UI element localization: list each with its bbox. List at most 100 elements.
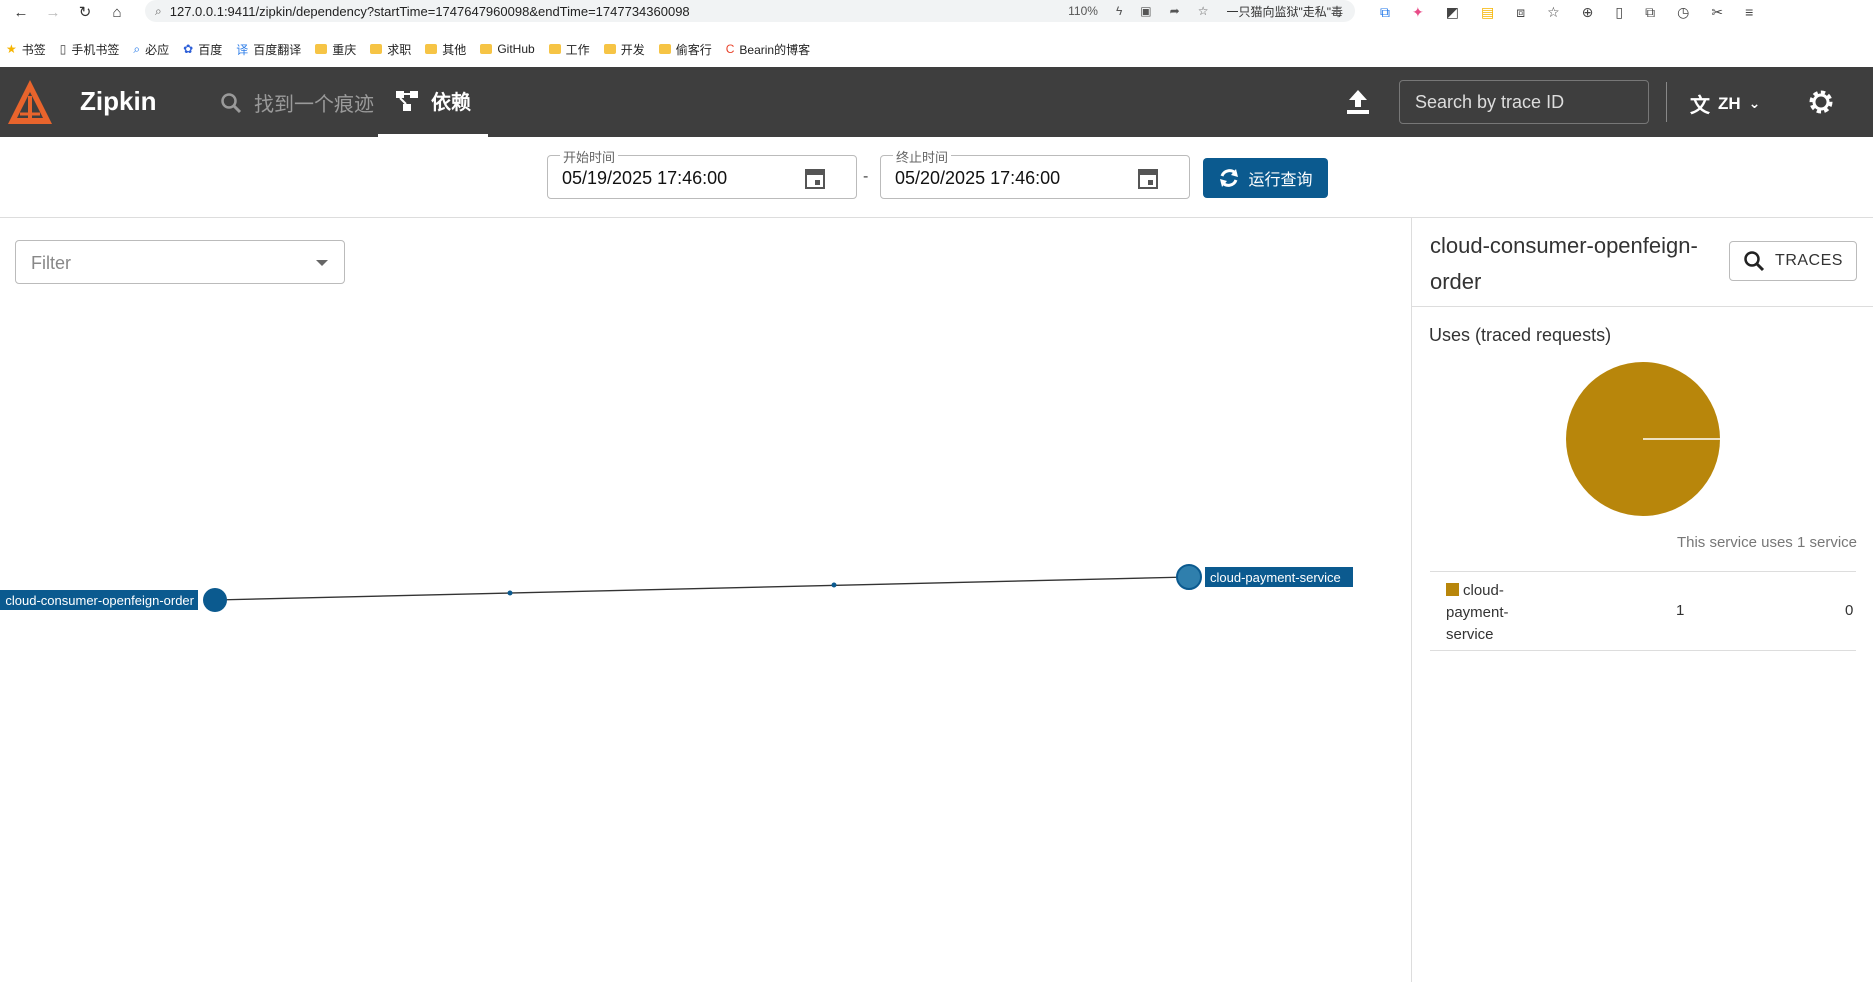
calendar-icon[interactable] <box>804 166 826 190</box>
translate-tool-icon[interactable]: ⧉ <box>1380 4 1390 21</box>
zipkin-logo-icon[interactable] <box>6 78 54 126</box>
dependency-graph[interactable]: cloud-consumer-openfeign-order cloud-pay… <box>0 218 1411 982</box>
node-label-consumer[interactable]: cloud-consumer-openfeign-order <box>5 593 194 608</box>
favorites-icon[interactable]: ☆ <box>1547 4 1560 21</box>
folder-icon <box>603 44 616 54</box>
history-icon[interactable]: ◷ <box>1677 4 1689 21</box>
run-query-label: 运行查询 <box>1248 172 1313 189</box>
bookmark-item[interactable]: 偷客行 <box>658 41 712 58</box>
uses-pie-chart[interactable] <box>1565 361 1721 517</box>
start-time-value[interactable]: 05/19/2025 17:46:00 <box>562 168 727 189</box>
bookmark-label: 百度 <box>198 42 223 57</box>
start-time-field[interactable]: 开始时间 05/19/2025 17:46:00 <box>547 147 857 199</box>
node-label-payment[interactable]: cloud-payment-service <box>1210 570 1341 585</box>
row-errors: 0 <box>1845 602 1854 619</box>
graph-node-consumer[interactable] <box>203 588 227 612</box>
legend-swatch <box>1446 583 1459 596</box>
home-icon[interactable]: ⌂ <box>106 1 128 23</box>
language-selector[interactable]: 文 ZH ⌄ <box>1690 89 1760 118</box>
bookmark-item[interactable]: ★ 书签 <box>6 41 46 58</box>
bookmark-item[interactable]: ▯ 手机书签 <box>60 41 120 58</box>
nav-find-trace[interactable]: 找到一个痕迹 <box>220 88 374 117</box>
url-text: 127.0.0.1:9411/zipkin/dependency?startTi… <box>169 3 690 19</box>
extension-icon[interactable]: ◩ <box>1446 4 1459 21</box>
bookmark-label: 必应 <box>145 42 170 57</box>
bookmark-item[interactable]: 重庆 <box>315 41 356 58</box>
bookmark-star-icon[interactable]: ☆ <box>1198 4 1209 18</box>
brand-name[interactable]: Zipkin <box>80 86 157 117</box>
phone-tool-icon[interactable]: ▯ <box>1615 4 1623 21</box>
ai-icon[interactable]: ✦ <box>1412 4 1424 21</box>
folder-icon <box>548 44 561 54</box>
graph-canvas[interactable]: cloud-consumer-openfeign-order cloud-pay… <box>0 218 1411 982</box>
trace-id-search-input[interactable] <box>1399 80 1649 124</box>
bookmark-item[interactable]: 译百度翻译 <box>236 41 301 58</box>
settings-gear-icon[interactable] <box>1806 87 1836 117</box>
puzzle-icon[interactable]: ⧈ <box>1516 4 1525 21</box>
app-header: Zipkin 找到一个痕迹 依赖 文 ZH ⌄ <box>0 67 1873 137</box>
run-query-button[interactable]: 运行查询 <box>1203 158 1328 198</box>
reload-icon[interactable]: ↻ <box>74 1 96 23</box>
translate-icon: 译 <box>236 42 249 57</box>
dependency-icon <box>396 90 418 111</box>
site-info-icon[interactable]: ⌕ <box>155 4 162 19</box>
flash-icon[interactable]: ϟ <box>1116 4 1122 18</box>
traces-label: TRACES <box>1775 252 1843 269</box>
search-snippet[interactable]: 一只猫向监狱"走私"毒 <box>1226 3 1343 20</box>
zoom-indicator[interactable]: 110% <box>1068 4 1098 18</box>
service-detail-panel: cloud-consumer-openfeign-order TRACES Us… <box>1411 218 1873 982</box>
search-icon <box>1744 251 1765 272</box>
back-icon[interactable]: ← <box>10 1 32 23</box>
table-row-service[interactable]: cloud-payment-service <box>1446 580 1536 646</box>
bookmark-item[interactable]: 其他 <box>425 41 466 58</box>
chevron-down-icon: ⌄ <box>1748 95 1761 111</box>
dropdown-caret-icon <box>316 260 328 266</box>
refresh-icon <box>1220 169 1239 187</box>
uses-table: cloud-payment-service 1 0 <box>1430 571 1856 651</box>
csdn-icon: C <box>725 42 735 56</box>
bookmark-item[interactable]: 求职 <box>370 41 411 58</box>
nav-dependencies[interactable]: 依赖 <box>378 67 488 137</box>
folder-icon <box>315 44 328 54</box>
menu-icon[interactable]: ≡ <box>1745 4 1753 20</box>
date-separator: - <box>863 168 869 185</box>
scissors-icon[interactable]: ✂ <box>1711 4 1723 21</box>
download-icon[interactable]: ⊕ <box>1582 4 1594 21</box>
folder-tool-icon[interactable]: ▤ <box>1481 4 1494 21</box>
folder-icon <box>480 44 493 54</box>
search-icon: ⌕ <box>133 41 141 56</box>
filter-placeholder: Filter <box>31 253 71 273</box>
address-bar[interactable]: ⌕ 127.0.0.1:9411/zipkin/dependency?start… <box>145 0 1355 22</box>
edge-particle <box>507 590 513 596</box>
start-time-label: 开始时间 <box>560 147 619 166</box>
forward-icon[interactable]: → <box>42 1 64 23</box>
query-toolbar: 开始时间 05/19/2025 17:46:00 - 终止时间 05/20/20… <box>0 137 1873 218</box>
calendar-icon[interactable] <box>1137 166 1159 190</box>
traces-button[interactable]: TRACES <box>1729 241 1857 281</box>
bookmark-item[interactable]: GitHub <box>480 42 535 56</box>
language-label: ZH <box>1718 93 1741 113</box>
reader-icon[interactable]: ▣ <box>1140 4 1151 18</box>
bookmark-label: GitHub <box>497 42 535 56</box>
bookmark-item[interactable]: ✿ 百度 <box>183 41 222 58</box>
paw-icon: ✿ <box>183 42 194 56</box>
uses-note: This service uses 1 service <box>1676 534 1857 551</box>
bookmark-label: 其他 <box>442 42 467 57</box>
bookmark-item[interactable]: C Bearin的博客 <box>726 41 810 58</box>
panel-divider <box>1412 306 1873 307</box>
window-icon[interactable]: ⧉ <box>1645 4 1655 21</box>
end-time-value[interactable]: 05/20/2025 17:46:00 <box>895 168 1060 189</box>
graph-node-payment[interactable] <box>1176 564 1202 590</box>
end-time-field[interactable]: 终止时间 05/20/2025 17:46:00 <box>880 147 1190 199</box>
bookmark-item[interactable]: ⌕ 必应 <box>133 41 169 58</box>
filter-select[interactable]: Filter <box>15 240 345 284</box>
row-count: 1 <box>1676 602 1685 619</box>
upload-icon[interactable] <box>1345 88 1371 116</box>
bookmark-item[interactable]: 开发 <box>603 41 645 58</box>
dependency-edge[interactable] <box>214 576 1190 601</box>
share-icon[interactable]: ➦ <box>1170 4 1180 18</box>
bookmark-item[interactable]: 工作 <box>548 41 590 58</box>
bookmark-label: 求职 <box>387 42 412 57</box>
nav-find-label: 找到一个痕迹 <box>254 94 374 116</box>
bookmark-label: 书签 <box>21 42 46 57</box>
